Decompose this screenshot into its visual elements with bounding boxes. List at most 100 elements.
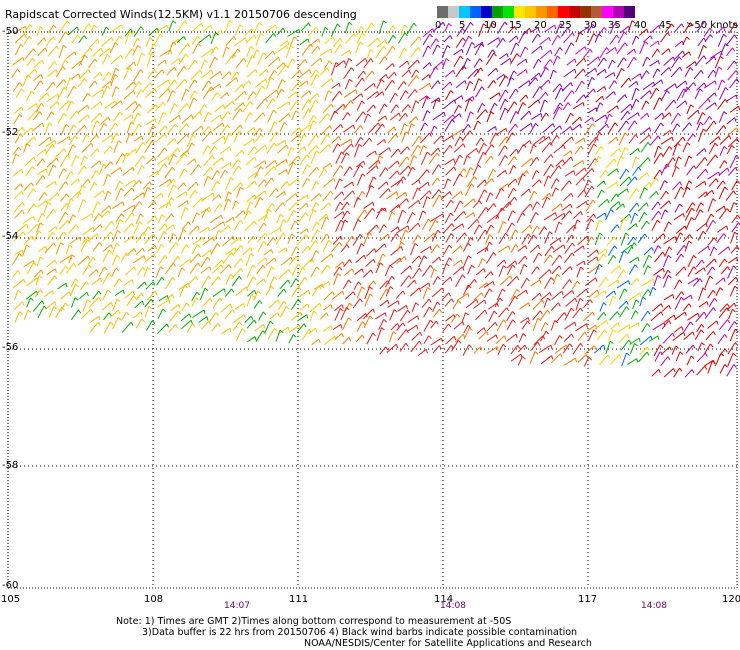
wind-barb-tick [491,22,496,26]
time-label: 14:08 [641,601,667,611]
wind-barb [112,317,119,330]
wind-barb [26,57,34,67]
wind-barb [705,213,712,224]
wind-barb-tick [53,306,58,310]
wind-barb-tick [96,148,100,153]
wind-barb-tick [535,212,539,216]
wind-barb-tick [692,133,696,138]
wind-barb-tick [30,182,34,187]
wind-barb-tick [53,242,57,247]
wind-barb [177,200,188,208]
wind-barb [192,309,205,318]
wind-barb [35,175,44,186]
wind-barb [343,190,354,201]
wind-barb-tick [514,260,518,265]
wind-barb-tick [448,323,452,328]
wind-barb-tick [489,288,493,293]
wind-barb-tick [216,243,221,247]
wind-barb-tick [714,92,717,97]
wind-barb-tick [141,165,145,169]
wind-barb-tick [339,165,344,169]
wind-barb-tick [73,85,77,90]
wind-barb [356,209,365,220]
wind-barb-tick [593,88,596,93]
wind-barb-tick [723,111,728,115]
wind-barb [168,115,180,124]
wind-barb-tick [384,312,387,317]
wind-barb-tick [169,201,171,207]
wind-barb [25,290,37,300]
wind-barb [630,213,636,224]
wind-barb-tick [456,313,461,318]
wind-barb [186,323,193,333]
wind-barb [707,69,714,79]
wind-barb-tick [535,77,539,82]
wind-barb-tick [493,310,498,315]
wind-barb [397,304,407,312]
wind-barb-tick [733,265,737,269]
wind-barb-tick [570,126,573,131]
wind-barb [155,133,166,143]
wind-barb-tick [99,160,102,165]
wind-barb [80,47,91,59]
wind-barb [157,255,166,266]
wind-barb [521,224,531,234]
wind-barb-tick [102,190,105,195]
wind-barb-tick [712,198,717,202]
wind-barb-tick [38,230,42,234]
wind-barb-tick [186,123,190,128]
wind-barb-tick [361,173,366,177]
wind-barb [531,266,538,275]
wind-barb-tick [328,281,331,286]
wind-barb-tick [242,210,246,215]
wind-barb-tick [88,264,92,269]
wind-barb [429,125,435,135]
wind-barb-tick [522,333,527,337]
wind-barb-tick [437,276,441,280]
wind-barb [110,309,119,319]
wind-barb-tick [414,89,418,93]
wind-barb [377,181,387,190]
wind-barb [718,186,726,200]
wind-barb-tick [501,288,506,292]
wind-barb [399,309,409,322]
wind-barb [366,248,375,257]
wind-barb-tick [82,199,87,203]
wind-barb-tick [372,332,376,337]
wind-barb [607,168,618,177]
wind-barb [485,155,492,164]
wind-barb-tick [635,188,640,193]
wind-barb-tick [373,104,376,109]
wind-barb [651,369,660,377]
wind-barb [356,286,363,299]
wind-barb-tick [690,321,694,326]
wind-barb-tick [686,142,691,146]
wind-barb-tick [253,34,257,39]
wind-barb-tick [569,266,573,271]
wind-barb [443,99,455,109]
wind-barb-tick [718,66,723,70]
wind-barb-tick [443,112,446,117]
wind-barb-tick [628,176,632,181]
wind-barb-tick [48,122,53,126]
wind-barb [377,115,386,122]
wind-barb-tick [111,134,114,140]
wind-barb [93,190,104,199]
wind-barb-tick [209,34,212,39]
wind-barb-tick [360,93,364,98]
wind-barb [113,278,120,288]
wind-barb-tick [699,278,703,283]
wind-barb-tick [268,209,272,213]
wind-barb-tick [98,316,101,321]
wind-barb-tick [318,193,322,198]
wind-barb-tick [132,235,135,240]
wind-barb [177,182,185,190]
wind-barb-tick [691,369,695,374]
wind-barb [246,276,254,289]
wind-barb-tick [152,233,156,238]
wind-barb-tick [133,90,136,95]
wind-barb-tick [677,142,681,146]
wind-barb [540,79,549,89]
wind-barb-tick [678,56,682,61]
wind-barb [188,79,195,89]
